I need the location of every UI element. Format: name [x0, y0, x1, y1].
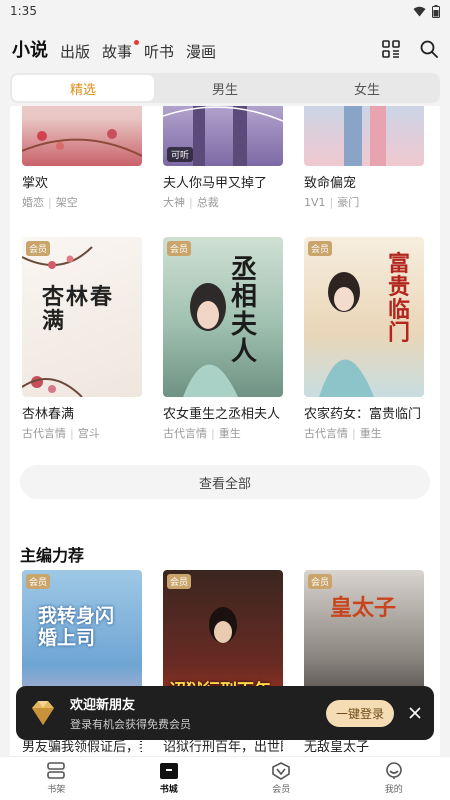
book-item[interactable]: 丞相夫人 会员 农女重生之丞相夫人 古代言情 | 重生	[163, 237, 283, 441]
gem-icon	[32, 701, 54, 725]
section-title: 主编力荐	[20, 546, 85, 565]
bottom-tab-bookstore[interactable]: 书城	[113, 757, 226, 800]
vip-icon	[272, 762, 291, 780]
vip-badge: 会员	[167, 241, 192, 256]
bottom-tab-bookshelf[interactable]: 书架	[0, 757, 113, 800]
content-scroll[interactable]: 掌欢 婚恋 | 架空 可听 夫人你马甲又掉了 大神 | 总裁 致命偏宠 1V1 | 豪门	[0, 106, 450, 756]
cover-title: 丞相夫人	[231, 255, 258, 367]
toast-subtitle: 登录有机会获得免费会员	[70, 718, 191, 731]
book-item[interactable]: 可听 夫人你马甲又掉了 大神 | 总裁	[163, 106, 283, 210]
status-bar: 1:35	[0, 0, 450, 22]
vip-badge: 会员	[26, 241, 51, 256]
book-title: 农家药女：富贵临门	[304, 407, 422, 422]
cover-title: 杏林春满	[42, 284, 115, 335]
tab-story[interactable]: 故事	[102, 40, 140, 62]
tab-novel[interactable]: 小说	[12, 36, 48, 62]
see-all-button[interactable]: 查看全部	[20, 465, 430, 499]
book-cover	[22, 106, 142, 166]
book-cover	[304, 106, 424, 166]
login-promo-toast: 欢迎新朋友 登录有机会获得免费会员 一键登录	[16, 686, 434, 740]
book-item[interactable]: 致命偏宠 1V1 | 豪门	[304, 106, 424, 210]
battery-icon	[432, 4, 440, 18]
segment-featured[interactable]: 精选	[12, 75, 154, 101]
book-tags: 婚恋 | 架空	[22, 196, 78, 209]
category-grid-icon[interactable]	[382, 40, 400, 58]
search-icon[interactable]	[420, 40, 438, 58]
book-title: 农女重生之丞相夫人	[163, 407, 281, 422]
status-time: 1:35	[10, 4, 37, 18]
close-icon[interactable]	[406, 704, 424, 722]
book-cover: 丞相夫人 会员	[163, 237, 283, 397]
bottom-tab-profile[interactable]: 我的	[338, 757, 450, 800]
vip-badge: 会员	[308, 241, 333, 256]
bottom-tab-label: 书架	[47, 785, 66, 795]
toast-text: 欢迎新朋友 登录有机会获得免费会员	[70, 694, 191, 732]
audience-segment: 精选 男生 女生	[10, 73, 440, 103]
nav-actions	[382, 40, 438, 58]
cover-title: 我转身闪婚上司	[38, 605, 115, 649]
book-item[interactable]: 杏林春满 会员 杏林春满 古代言情 | 宫斗	[22, 237, 142, 441]
book-tags: 大神 | 总裁	[163, 196, 219, 209]
cover-title: 富贵临门	[388, 251, 411, 347]
bottom-tab-label: 我的	[384, 785, 403, 795]
book-cover: 杏林春满 会员	[22, 237, 142, 397]
listen-badge: 可听	[167, 147, 194, 162]
wifi-icon	[413, 6, 426, 16]
book-tags: 古代言情 | 重生	[163, 427, 241, 440]
bottom-tab-vip[interactable]: 会员	[225, 757, 338, 800]
tab-publish[interactable]: 出版	[60, 41, 90, 62]
book-title: 掌欢	[22, 176, 49, 191]
tab-comic[interactable]: 漫画	[186, 41, 216, 62]
cover-art	[344, 106, 386, 166]
vip-badge: 会员	[308, 574, 333, 589]
book-title: 杏林春满	[22, 407, 75, 422]
book-tags: 1V1 | 豪门	[304, 196, 360, 209]
bottom-tab-label: 书城	[159, 785, 178, 795]
bottom-tab-label: 会员	[272, 785, 291, 795]
cover-title: 皇太子	[330, 595, 397, 621]
book-item[interactable]: 富贵临门 会员 农家药女：富贵临门 古代言情 | 重生	[304, 237, 424, 441]
new-dot	[134, 40, 140, 45]
book-cover: 可听	[163, 106, 283, 166]
segment-male[interactable]: 男生	[154, 75, 296, 101]
vip-badge: 会员	[26, 574, 51, 589]
book-tags: 古代言情 | 重生	[304, 427, 382, 440]
vip-badge: 会员	[167, 574, 192, 589]
cover-art	[22, 129, 142, 157]
category-tabs: 小说 出版 故事 听书 漫画	[12, 36, 216, 62]
tab-story-label: 故事	[102, 43, 133, 61]
book-title: 致命偏宠	[304, 176, 357, 191]
bookstore-icon	[159, 763, 178, 779]
one-click-login-button[interactable]: 一键登录	[325, 699, 394, 727]
book-item[interactable]: 掌欢 婚恋 | 架空	[22, 106, 142, 210]
tab-audiobook[interactable]: 听书	[144, 41, 174, 62]
book-tags: 古代言情 | 宫斗	[22, 427, 100, 440]
status-icons	[413, 4, 440, 18]
profile-icon	[385, 762, 402, 779]
bottom-nav: 书架 书城 会员 我的	[0, 756, 450, 800]
book-title: 夫人你马甲又掉了	[163, 176, 268, 191]
book-cover: 富贵临门 会员	[304, 237, 424, 397]
top-nav: 小说 出版 故事 听书 漫画	[0, 28, 450, 70]
bookshelf-icon	[47, 762, 66, 779]
segment-female[interactable]: 女生	[296, 75, 438, 101]
toast-title: 欢迎新朋友	[70, 698, 136, 713]
